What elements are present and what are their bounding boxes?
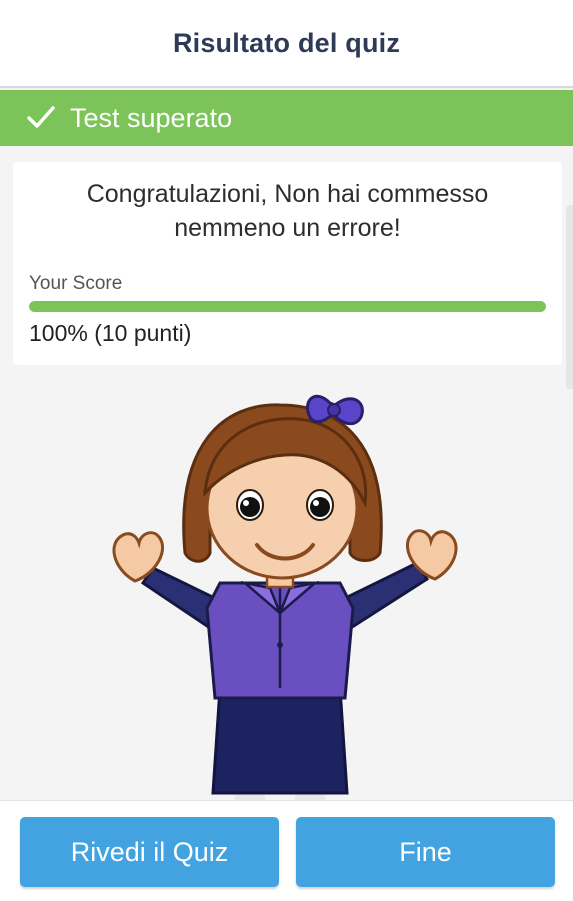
score-value: 100% (10 punti) — [29, 320, 192, 346]
footer-actions: Rivedi il Quiz Fine — [0, 800, 573, 901]
celebrating-girl-illustration — [95, 383, 475, 803]
score-progress-fill — [29, 301, 546, 312]
scroll-edge-indicator — [566, 205, 573, 389]
app-header: Risultato del quiz — [0, 0, 573, 88]
page-title: Risultato del quiz — [172, 27, 401, 58]
done-button[interactable]: Fine — [296, 817, 555, 887]
review-quiz-button[interactable]: Rivedi il Quiz — [20, 817, 279, 887]
score-label: Your Score — [29, 273, 123, 294]
check-icon — [26, 103, 56, 133]
result-message-line-1: Congratulazioni, Non hai commesso — [86, 180, 489, 208]
result-banner: Test superato — [0, 90, 573, 146]
result-card: Congratulazioni, Non hai commesso nemmen… — [13, 162, 562, 365]
result-message-line-2: nemmeno un errore! — [174, 214, 401, 242]
result-message: Congratulazioni, Non hai commesso nemmen… — [13, 177, 562, 245]
banner-text: Test superato — [70, 102, 233, 133]
score-progress-bar — [29, 301, 546, 312]
